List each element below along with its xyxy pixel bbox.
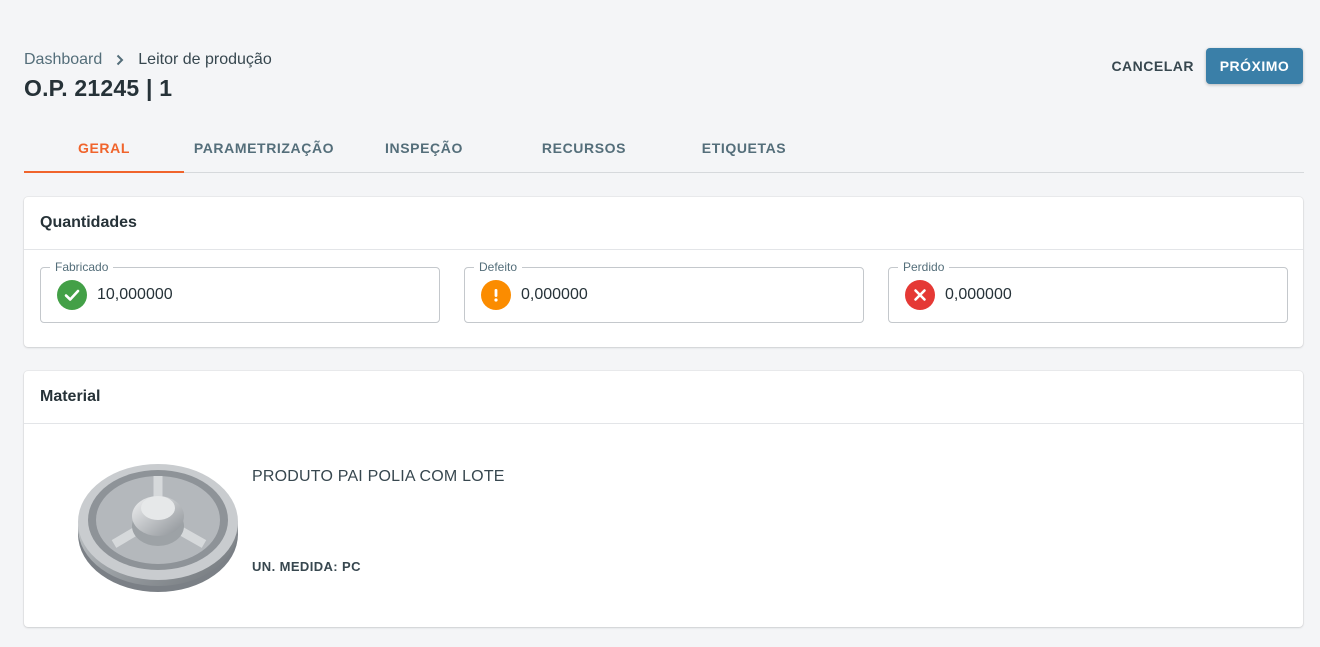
warning-circle-icon	[481, 280, 511, 310]
tab-etiquetas[interactable]: ETIQUETAS	[664, 123, 824, 172]
header-actions: CANCELAR PRÓXIMO	[1099, 48, 1303, 84]
quantities-fields: Fabricado 10,000000 Defeito 0,000000 Per…	[40, 260, 1288, 323]
breadcrumb-current: Leitor de produção	[138, 51, 272, 68]
material-card: Material PRODUTO PAI POLIA COM LOTE UN. …	[24, 371, 1303, 627]
tab-bar: GERAL PARAMETRIZAÇÃO INSPEÇÃO RECURSOS E…	[24, 123, 1304, 173]
next-button[interactable]: PRÓXIMO	[1206, 48, 1303, 84]
quantities-card: Quantidades Fabricado 10,000000 Defeito …	[24, 197, 1303, 347]
perdido-value: 0,000000	[945, 286, 1012, 303]
tab-recursos[interactable]: RECURSOS	[504, 123, 664, 172]
tab-parametrizacao[interactable]: PARAMETRIZAÇÃO	[184, 123, 344, 172]
unit-of-measure: UN. MEDIDA: PC	[252, 559, 361, 574]
perdido-label: Perdido	[898, 260, 950, 274]
cancel-button[interactable]: CANCELAR	[1099, 48, 1206, 84]
material-title: Material	[24, 371, 1303, 424]
fabricado-label: Fabricado	[50, 260, 114, 274]
defeito-label: Defeito	[474, 260, 523, 274]
chevron-right-icon	[116, 54, 124, 66]
breadcrumb-dashboard-link[interactable]: Dashboard	[24, 51, 102, 69]
error-circle-icon	[905, 280, 935, 310]
defeito-field[interactable]: Defeito 0,000000	[464, 260, 864, 323]
fabricado-value: 10,000000	[97, 286, 173, 303]
tab-geral[interactable]: GERAL	[24, 123, 184, 173]
breadcrumb: Dashboard Leitor de produção	[24, 50, 272, 70]
page-header: Dashboard Leitor de produção O.P. 21245 …	[24, 50, 272, 102]
tab-inspecao[interactable]: INSPEÇÃO	[344, 123, 504, 172]
fabricado-field[interactable]: Fabricado 10,000000	[40, 260, 440, 323]
page-title: O.P. 21245 | 1	[24, 75, 173, 101]
material-body: PRODUTO PAI POLIA COM LOTE UN. MEDIDA: P…	[24, 424, 1303, 627]
defeito-value: 0,000000	[521, 286, 588, 303]
perdido-field[interactable]: Perdido 0,000000	[888, 260, 1288, 323]
check-circle-icon	[57, 280, 87, 310]
quantities-title: Quantidades	[24, 197, 1303, 250]
product-image	[78, 464, 238, 592]
product-name: PRODUTO PAI POLIA COM LOTE	[252, 468, 505, 485]
